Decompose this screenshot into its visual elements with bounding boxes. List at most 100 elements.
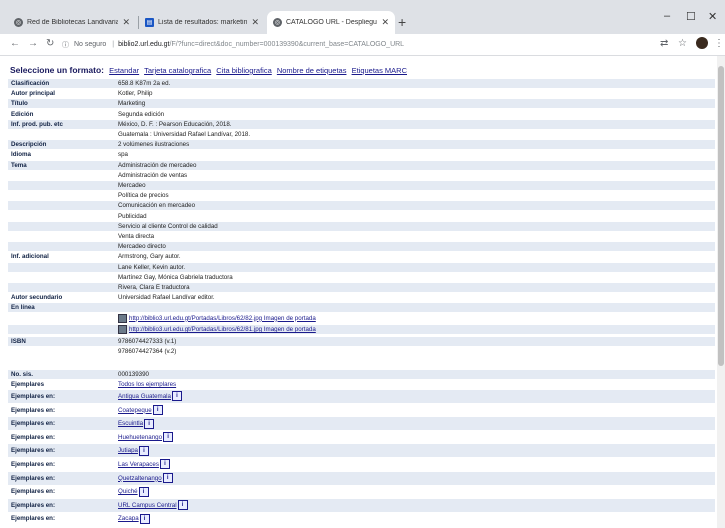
info-icon[interactable]: i (159, 459, 170, 470)
info-icon[interactable]: i (171, 391, 182, 402)
info-icon[interactable]: i (162, 472, 173, 483)
info-icon[interactable]: i (163, 432, 174, 443)
field-value: Mercadeo (118, 182, 146, 189)
image-icon (118, 313, 127, 323)
location-link[interactable]: Jutiapa (118, 447, 138, 454)
close-window-icon[interactable]: ✕ (708, 10, 717, 23)
field-label: Inf. prod. pub. etc (11, 120, 63, 128)
record-row: Venta directa (8, 232, 715, 241)
field-value: Servicio al cliente Control de calidad (118, 222, 218, 230)
record-row: Edición Segunda edición (8, 110, 715, 119)
format-link-etiquetas-marc[interactable]: Etiquetas MARC (352, 66, 407, 75)
ejemplares-row: Ejemplares en: URL Campus Central i (8, 498, 715, 512)
field-label: Ejemplares en: (11, 488, 56, 496)
field-label: Título (11, 100, 28, 108)
record-row: Idioma spa (8, 150, 715, 159)
back-arrow-icon[interactable]: ← (10, 38, 20, 49)
format-link-nombre-etiquetas[interactable]: Nombre de etiquetas (277, 66, 347, 75)
ejemplares-row: Ejemplares en: Quetzaltenango i (8, 471, 715, 485)
forward-arrow-icon[interactable]: → (28, 38, 38, 49)
field-value: Guatemala : Universidad Rafael Landívar,… (118, 131, 251, 138)
record-row: Título Marketing (8, 99, 715, 109)
location-link[interactable]: Quiché (118, 488, 138, 495)
field-value: México, D. F. : Pearson Educación, 2018. (118, 120, 232, 128)
field-value: Quetzaltenango i (118, 472, 173, 485)
format-link-tarjeta[interactable]: Tarjeta catalografica (144, 66, 211, 75)
info-icon[interactable]: i (138, 486, 149, 497)
close-icon[interactable]: ✕ (381, 17, 389, 28)
field-value: Publicidad (118, 212, 147, 220)
ejemplares-row: Ejemplares en: Quiché i (8, 485, 715, 498)
globe-icon: ◎ (14, 18, 23, 27)
location-link[interactable]: Coatepeque (118, 407, 152, 414)
scrollbar-thumb[interactable] (718, 66, 724, 366)
field-label: Autor secundario (11, 294, 63, 302)
record-row: Mercadeo directo (8, 242, 715, 252)
browser-toolbar: ← → ↻ ⓘ No seguro | biblio2.url.edu.gt /… (0, 34, 725, 56)
record-row: Servicio al cliente Control de calidad (8, 221, 715, 231)
ejemplares-row: Ejemplares en: Jutiapa i (8, 444, 715, 458)
maximize-icon[interactable]: ☐ (686, 10, 696, 23)
field-value: Lane Keller, Kevin autor. (118, 263, 186, 271)
menu-kebab-icon[interactable]: ⋮ (714, 38, 724, 49)
location-link[interactable]: Zacapa (118, 515, 139, 522)
record-row: Publicidad (8, 212, 715, 221)
info-circle-icon[interactable]: ⓘ (62, 40, 69, 50)
info-icon[interactable]: i (144, 418, 155, 429)
tab-lista-resultados[interactable]: ▤ Lista de resultados: marketing :1 ✕ (139, 11, 265, 34)
close-icon[interactable]: ✕ (122, 17, 130, 28)
location-link[interactable]: Huehuetenango (118, 434, 162, 441)
field-label: Ejemplares en: (11, 406, 56, 414)
location-link[interactable]: URL Campus Central (118, 502, 177, 509)
field-value: Comunicación en mercadeo (118, 202, 196, 210)
location-link[interactable]: Escuintla (118, 420, 143, 427)
reload-icon[interactable]: ↻ (46, 38, 54, 49)
new-tab-icon[interactable]: + (398, 14, 406, 30)
close-icon[interactable]: ✕ (251, 17, 259, 28)
bookmark-star-icon[interactable]: ☆ (678, 38, 687, 49)
info-icon[interactable]: i (139, 513, 150, 524)
field-label: Ejemplares en: (11, 393, 56, 401)
field-value: spa (118, 151, 128, 159)
url-divider: | (112, 41, 115, 48)
tab-red-bibliotecas[interactable]: ◎ Red de Bibliotecas Landivarianas ✕ (8, 11, 136, 34)
profile-avatar[interactable] (696, 37, 708, 49)
info-icon[interactable]: i (152, 404, 163, 415)
record-row: Administración de ventas (8, 171, 715, 180)
field-value: Kotler, Philip (118, 90, 153, 98)
field-value: http://biblio3.url.edu.gt/Portadas/Libro… (118, 313, 316, 323)
location-link[interactable]: Antigua Guatemala (118, 393, 171, 400)
record-row: Autor secundario Universidad Rafael Landí… (8, 293, 715, 302)
field-label: Tema (11, 161, 27, 169)
info-icon[interactable]: i (138, 445, 149, 456)
info-icon[interactable]: i (177, 500, 188, 511)
ejemplares-row: Ejemplares en: Coatepeque i (8, 404, 715, 417)
field-label: Ejemplares en: (11, 515, 56, 523)
record-row: Lane Keller, Kevin autor. (8, 262, 715, 272)
format-label: Seleccione un formato: (10, 65, 104, 75)
record-row: Guatemala : Universidad Rafael Landívar,… (8, 130, 715, 139)
format-link-cita[interactable]: Cita bibliografica (216, 66, 271, 75)
record-row: Inf. adicional Armstrong, Gary autor. (8, 252, 715, 261)
sysno-row: No. sis. 000139390 (8, 369, 715, 379)
field-label: Ejemplares (11, 380, 45, 388)
page-content: Seleccione un formato: Estandar Tarjeta … (0, 56, 725, 528)
location-link[interactable]: Las Verapaces (118, 461, 159, 468)
url-path: /F/?func=direct&doc_number=000139390&cur… (169, 41, 405, 48)
cover-image-link[interactable]: http://biblio3.url.edu.gt/Portadas/Libro… (129, 326, 316, 333)
location-link[interactable]: Quetzaltenango (118, 475, 162, 482)
cover-image-link[interactable]: http://biblio3.url.edu.gt/Portadas/Libro… (129, 315, 316, 322)
minimize-icon[interactable]: – (664, 10, 670, 22)
format-link-estandar[interactable]: Estandar (109, 66, 139, 75)
address-bar[interactable]: ⓘ No seguro | biblio2.url.edu.gt /F/?fun… (62, 37, 657, 52)
tab-catalogo-url[interactable]: ◎ CATALOGO URL - Despliegue con ✕ (267, 11, 395, 34)
field-label: Ejemplares en: (11, 447, 56, 455)
scrollbar[interactable] (717, 56, 725, 528)
record-row: Autor principal Kotler, Philip (8, 89, 715, 98)
record-row: Clasificación 658.8 K87m 2a ed. (8, 79, 715, 88)
ejemplares-row: Ejemplares en: Antigua Guatemala i (8, 390, 715, 404)
translate-icon[interactable]: ⇄ (660, 38, 668, 49)
todos-ejemplares-link[interactable]: Todos los ejemplares (118, 381, 176, 388)
tab-strip: ◎ Red de Bibliotecas Landivarianas ✕ ▤ L… (0, 0, 725, 34)
url-host: biblio2.url.edu.gt (118, 41, 170, 48)
